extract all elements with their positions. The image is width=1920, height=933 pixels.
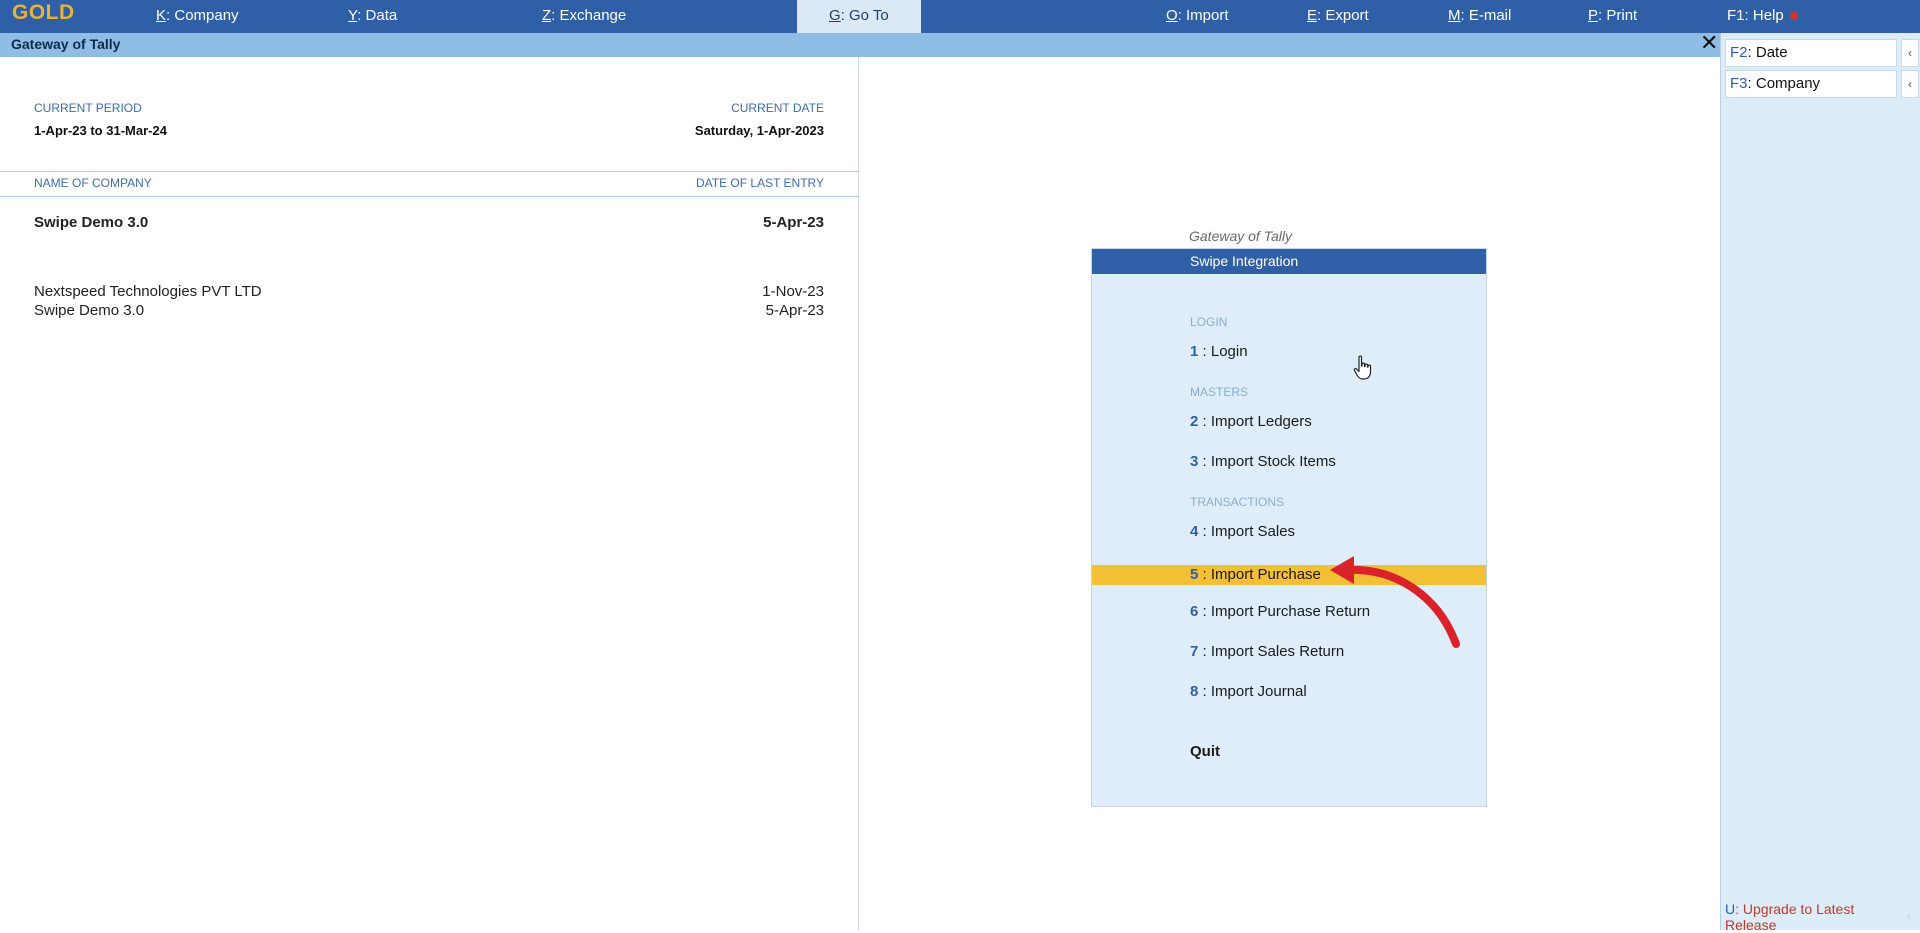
company-list-item[interactable]: Swipe Demo 3.0 — [34, 302, 144, 319]
menu-help-label: Help — [1752, 7, 1784, 24]
menu-company-key: K — [156, 7, 167, 24]
date-button[interactable]: F2: Date — [1725, 39, 1897, 67]
menu-export[interactable]: E: Export — [1307, 0, 1369, 33]
top-menu-bar: GOLD K: Company Y: Data Z: Exchange G: G… — [0, 0, 1920, 33]
active-company-name[interactable]: Swipe Demo 3.0 — [34, 214, 148, 231]
menu-company-label: Company — [174, 7, 239, 24]
menu-go-to[interactable]: G: Go To — [797, 0, 921, 33]
menu-go-to-key: G — [829, 7, 841, 24]
upgrade-button[interactable]: U: Upgrade to Latest Release — [1725, 901, 1885, 933]
company-button[interactable]: F3: Company — [1725, 70, 1897, 98]
active-company-date: 5-Apr-23 — [763, 214, 824, 231]
menu-data-key: Y — [348, 7, 358, 24]
red-curved-arrow-icon — [1330, 556, 1460, 648]
swipe-integration-menu: Swipe Integration LOGIN 1 : Login MASTER… — [1091, 248, 1487, 807]
menu-header-label: Swipe Integration — [1190, 253, 1299, 269]
current-period-label: CURRENT PERIOD — [34, 101, 142, 115]
company-list-date: 5-Apr-23 — [765, 302, 824, 319]
current-date-value[interactable]: Saturday, 1-Apr-2023 — [695, 123, 824, 138]
menu-data[interactable]: Y: Data — [348, 0, 397, 33]
menu-item-label: : Login — [1198, 343, 1248, 360]
menu-item-import-sales[interactable]: 4 : Import Sales — [1092, 522, 1486, 542]
menu-help[interactable]: F1: Help — [1727, 0, 1798, 33]
menu-data-label: Data — [365, 7, 398, 24]
menu-item-label: : Import Sales — [1198, 523, 1296, 540]
company-button-key: F3 — [1730, 75, 1748, 92]
menu-item-label: : Import Stock Items — [1198, 453, 1336, 470]
chevron-left-icon[interactable]: ‹ — [1901, 39, 1919, 67]
menu-item-label: : Import Ledgers — [1198, 413, 1312, 430]
title-strip: Gateway of Tally — [0, 33, 1720, 57]
menu-header: Swipe Integration — [1092, 249, 1486, 274]
menu-item-import-ledgers[interactable]: 2 : Import Ledgers — [1092, 412, 1486, 432]
company-button-label: Company — [1755, 75, 1821, 92]
menu-exchange[interactable]: Z: Exchange — [542, 0, 626, 33]
menu-item-label: : Import Purchase — [1198, 566, 1321, 583]
section-transactions: TRANSACTIONS — [1190, 495, 1285, 509]
divider — [0, 196, 858, 197]
chevron-left-icon[interactable]: ‹ — [1901, 70, 1919, 98]
menu-email-key: M — [1448, 7, 1461, 24]
section-login: LOGIN — [1190, 315, 1228, 329]
company-list-date: 1-Nov-23 — [762, 283, 824, 300]
menu-item-import-stock-items[interactable]: 3 : Import Stock Items — [1092, 452, 1486, 472]
menu-help-key: F1 — [1727, 7, 1745, 24]
menu-item-quit[interactable]: Quit — [1092, 742, 1486, 762]
current-period-value[interactable]: 1-Apr-23 to 31-Mar-24 — [34, 123, 167, 138]
page-title: Gateway of Tally — [11, 36, 121, 52]
menu-go-to-label: Go To — [849, 7, 889, 24]
menu-print-key: P — [1588, 7, 1599, 24]
menu-import[interactable]: O: Import — [1166, 0, 1229, 33]
upgrade-label: Upgrade to Latest Release — [1725, 901, 1855, 933]
menu-exchange-label: Exchange — [559, 7, 627, 24]
menu-email-label: E-mail — [1468, 7, 1512, 24]
menu-export-label: Export — [1325, 7, 1369, 24]
company-info-pane: CURRENT PERIOD 1-Apr-23 to 31-Mar-24 CUR… — [0, 57, 859, 930]
menu-item-login[interactable]: 1 : Login — [1092, 342, 1486, 362]
help-notification-dot — [1789, 12, 1798, 21]
menu-exchange-key: Z — [542, 7, 552, 24]
company-list-item[interactable]: Nextspeed Technologies PVT LTD — [34, 283, 262, 300]
upgrade-key: U — [1725, 901, 1736, 917]
chevron-left-icon[interactable]: ‹ — [1901, 903, 1917, 929]
button-sidebar: F2: Date ‹ F3: Company ‹ U: Upgrade to L… — [1720, 33, 1920, 933]
menu-item-label: Quit — [1190, 743, 1220, 760]
menu-company[interactable]: K: Company — [156, 0, 239, 33]
close-icon[interactable]: ✕ — [1700, 31, 1718, 55]
divider — [0, 171, 858, 172]
menu-print-label: Print — [1606, 7, 1638, 24]
section-masters: MASTERS — [1190, 385, 1249, 399]
menu-item-label: : Import Journal — [1198, 683, 1307, 700]
menu-import-label: Import — [1186, 7, 1229, 24]
current-date-label: CURRENT DATE — [731, 101, 824, 115]
menu-caption: Gateway of Tally — [1189, 228, 1292, 244]
product-logo: GOLD — [12, 1, 75, 24]
date-button-label: Date — [1755, 44, 1788, 61]
company-name-header: NAME OF COMPANY — [34, 176, 152, 190]
menu-export-key: E — [1307, 7, 1318, 24]
date-button-key: F2 — [1730, 44, 1748, 61]
menu-print[interactable]: P: Print — [1588, 0, 1637, 33]
hand-pointer-icon — [1353, 355, 1372, 380]
last-entry-header: DATE OF LAST ENTRY — [695, 176, 824, 190]
menu-email[interactable]: M: E-mail — [1448, 0, 1511, 33]
menu-item-import-journal[interactable]: 8 : Import Journal — [1092, 682, 1486, 702]
menu-import-key: O — [1166, 7, 1178, 24]
